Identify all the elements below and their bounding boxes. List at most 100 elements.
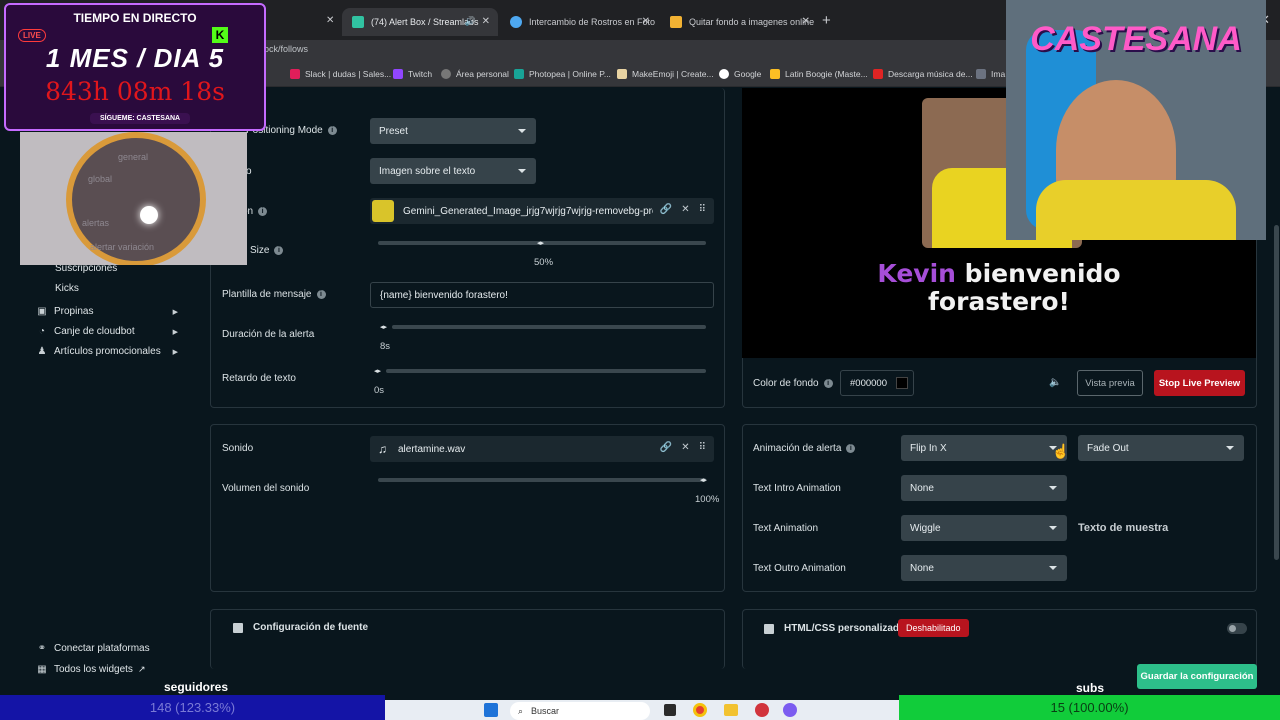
tab-alert-box[interactable]: (74) Alert Box / Streamlabs 🔊 ✕ [342, 8, 498, 36]
bookmark-area[interactable]: Área personal [441, 69, 509, 79]
bookmark-slack[interactable]: Slack | dudas | Sales... [290, 69, 391, 79]
gift-icon: ◔ [38, 326, 46, 337]
bookmark-makeemoji[interactable]: MakeEmoji | Create... [617, 69, 714, 79]
label-text: Plantilla de mensaje [222, 289, 312, 300]
info-icon[interactable]: i [846, 443, 856, 453]
close-tab-icon[interactable]: ✕ [802, 16, 810, 27]
stream-spinner-overlay: general global alertas alertar variación [20, 132, 247, 265]
new-tab-icon[interactable]: + [822, 12, 831, 29]
template-input[interactable]: {name} bienvenido forastero! [370, 282, 714, 308]
sidebar-item-kicks[interactable]: Kicks [55, 283, 79, 294]
duration-slider[interactable] [392, 325, 706, 329]
text-delay-value: 0s [374, 385, 385, 396]
volume-icon[interactable]: 🔈 [1049, 377, 1061, 388]
text-animation-label: Text Animation [753, 523, 819, 534]
text-animation-select[interactable]: Wiggle [901, 515, 1067, 541]
tab-remove-bg[interactable]: Quitar fondo a imagenes online ✕ [660, 8, 818, 36]
sound-file-name: alertamine.wav [398, 443, 466, 455]
sidebar-item-label: Artículos promocionales [54, 346, 161, 357]
image-thumbnail [372, 200, 394, 222]
close-icon[interactable]: ✕ [681, 442, 689, 453]
bookmark-descarga[interactable]: Descarga música de... [873, 69, 973, 79]
tab-face-swap[interactable]: Intercambio de Rostros en Foto ✕ [500, 8, 658, 36]
tab-label: Quitar fondo a imagenes online [689, 17, 815, 27]
duration-label: Duración de la alerta [222, 329, 315, 340]
close-icon[interactable]: ✕ [681, 204, 689, 215]
link-icon[interactable]: 🔗 [660, 442, 672, 453]
alert-out-select[interactable]: Fade Out [1078, 435, 1244, 461]
grid-icon[interactable]: ⠿ [699, 442, 706, 453]
duration-value: 8s [380, 341, 391, 352]
sidebar-item-propinas[interactable]: ▣ Propinas ▶ [36, 306, 182, 317]
url-text[interactable]: lock/follows [262, 44, 308, 54]
label-text: Size [250, 245, 270, 256]
preview-button[interactable]: Vista previa [1077, 370, 1143, 396]
taskbar-search[interactable]: ⌕ Buscar [510, 702, 650, 720]
bookmark-latin-boogie[interactable]: Latin Boogie (Maste... [770, 69, 868, 79]
info-icon[interactable]: i [823, 378, 833, 388]
font-settings-checkbox[interactable] [233, 623, 243, 633]
chrome-icon[interactable] [693, 703, 707, 717]
app-icon[interactable] [755, 703, 769, 717]
bookmark-ima[interactable]: Ima [976, 69, 1005, 79]
bookmark-label: Descarga música de... [888, 69, 973, 79]
folder-icon[interactable] [724, 704, 738, 716]
chevron-right-icon: ▶ [172, 348, 178, 356]
bookmark-google[interactable]: Google [719, 69, 761, 79]
alert-in-select[interactable]: Flip In X [901, 435, 1067, 461]
info-icon[interactable]: i [316, 289, 326, 299]
sidebar-item-cloudbot[interactable]: ◔ Canje de cloudbot ▶ [36, 326, 182, 337]
bookmark-label: MakeEmoji | Create... [632, 69, 714, 79]
stop-live-preview-button[interactable]: Stop Live Preview [1154, 370, 1245, 396]
sound-file-row[interactable]: ♫ alertamine.wav 🔗 ✕ ⠿ [370, 436, 714, 462]
animation-sample-text: Texto de muestra [1078, 522, 1169, 534]
speaker-icon[interactable]: 🔊 [465, 16, 476, 27]
layout-select[interactable]: Imagen sobre el texto [370, 158, 536, 184]
link-icon[interactable]: 🔗 [660, 204, 672, 215]
sidebar-item-merch[interactable]: ♟ Artículos promocionales ▶ [36, 346, 182, 357]
text-delay-slider[interactable] [386, 369, 706, 373]
google-icon [719, 69, 729, 79]
close-tab-icon[interactable]: ✕ [642, 16, 650, 27]
twitch-icon [393, 69, 403, 79]
select-value: Flip In X [910, 442, 947, 454]
bookmark-photopea[interactable]: Photopea | Online P... [514, 69, 611, 79]
slider-handle[interactable]: ◂▸ [537, 239, 544, 247]
image-size-value: 50% [534, 257, 554, 268]
volume-slider[interactable] [378, 478, 706, 482]
info-icon[interactable]: i [327, 125, 337, 135]
app-icon[interactable] [783, 703, 797, 717]
select-value: None [910, 482, 934, 494]
text-outro-select[interactable]: None [901, 555, 1067, 581]
custom-html-checkbox[interactable] [764, 624, 774, 634]
grid-icon[interactable]: ⠿ [699, 204, 706, 215]
task-view-icon[interactable] [664, 704, 676, 716]
external-link-icon: ↗ [137, 664, 146, 674]
image-file-row[interactable]: Gemini_Generated_Image_jrjg7wjrjg7wjrjg-… [370, 198, 714, 224]
save-settings-button[interactable]: Guardar la configuración [1137, 664, 1257, 689]
info-icon[interactable]: i [258, 206, 268, 216]
slider-handle[interactable]: ◂▸ [700, 476, 707, 484]
sidebar-all-widgets[interactable]: ▦ Todos los widgets ↗ [36, 664, 182, 675]
windows-start-icon[interactable] [484, 703, 498, 717]
custom-html-toggle[interactable] [1227, 623, 1247, 634]
screen: ✕ (74) Alert Box / Streamlabs 🔊 ✕ Interc… [0, 0, 1280, 720]
shirt-icon: ♟ [37, 346, 47, 357]
positioning-mode-select[interactable]: Preset [370, 118, 536, 144]
close-tab-icon[interactable]: ✕ [482, 16, 490, 27]
sidebar-connect-platforms[interactable]: ⚭ Conectar plataformas [36, 643, 182, 654]
streamlabs-icon [352, 16, 364, 28]
text-intro-select[interactable]: None [901, 475, 1067, 501]
select-value: Imagen sobre el texto [379, 165, 476, 177]
close-tab-icon[interactable]: ✕ [326, 15, 334, 26]
info-icon[interactable]: i [274, 245, 284, 255]
bookmark-twitch[interactable]: Twitch [393, 69, 432, 79]
color-swatch[interactable] [896, 377, 908, 389]
page-scrollbar[interactable] [1274, 225, 1279, 560]
search-icon: ⌕ [518, 705, 524, 716]
slider-handle[interactable]: ◂▸ [380, 323, 387, 331]
preview-name: Kevin [877, 259, 956, 288]
slider-handle[interactable]: ◂▸ [374, 367, 381, 375]
chevron-down-icon [1226, 446, 1234, 450]
bg-color-input[interactable]: #000000 [840, 370, 914, 396]
